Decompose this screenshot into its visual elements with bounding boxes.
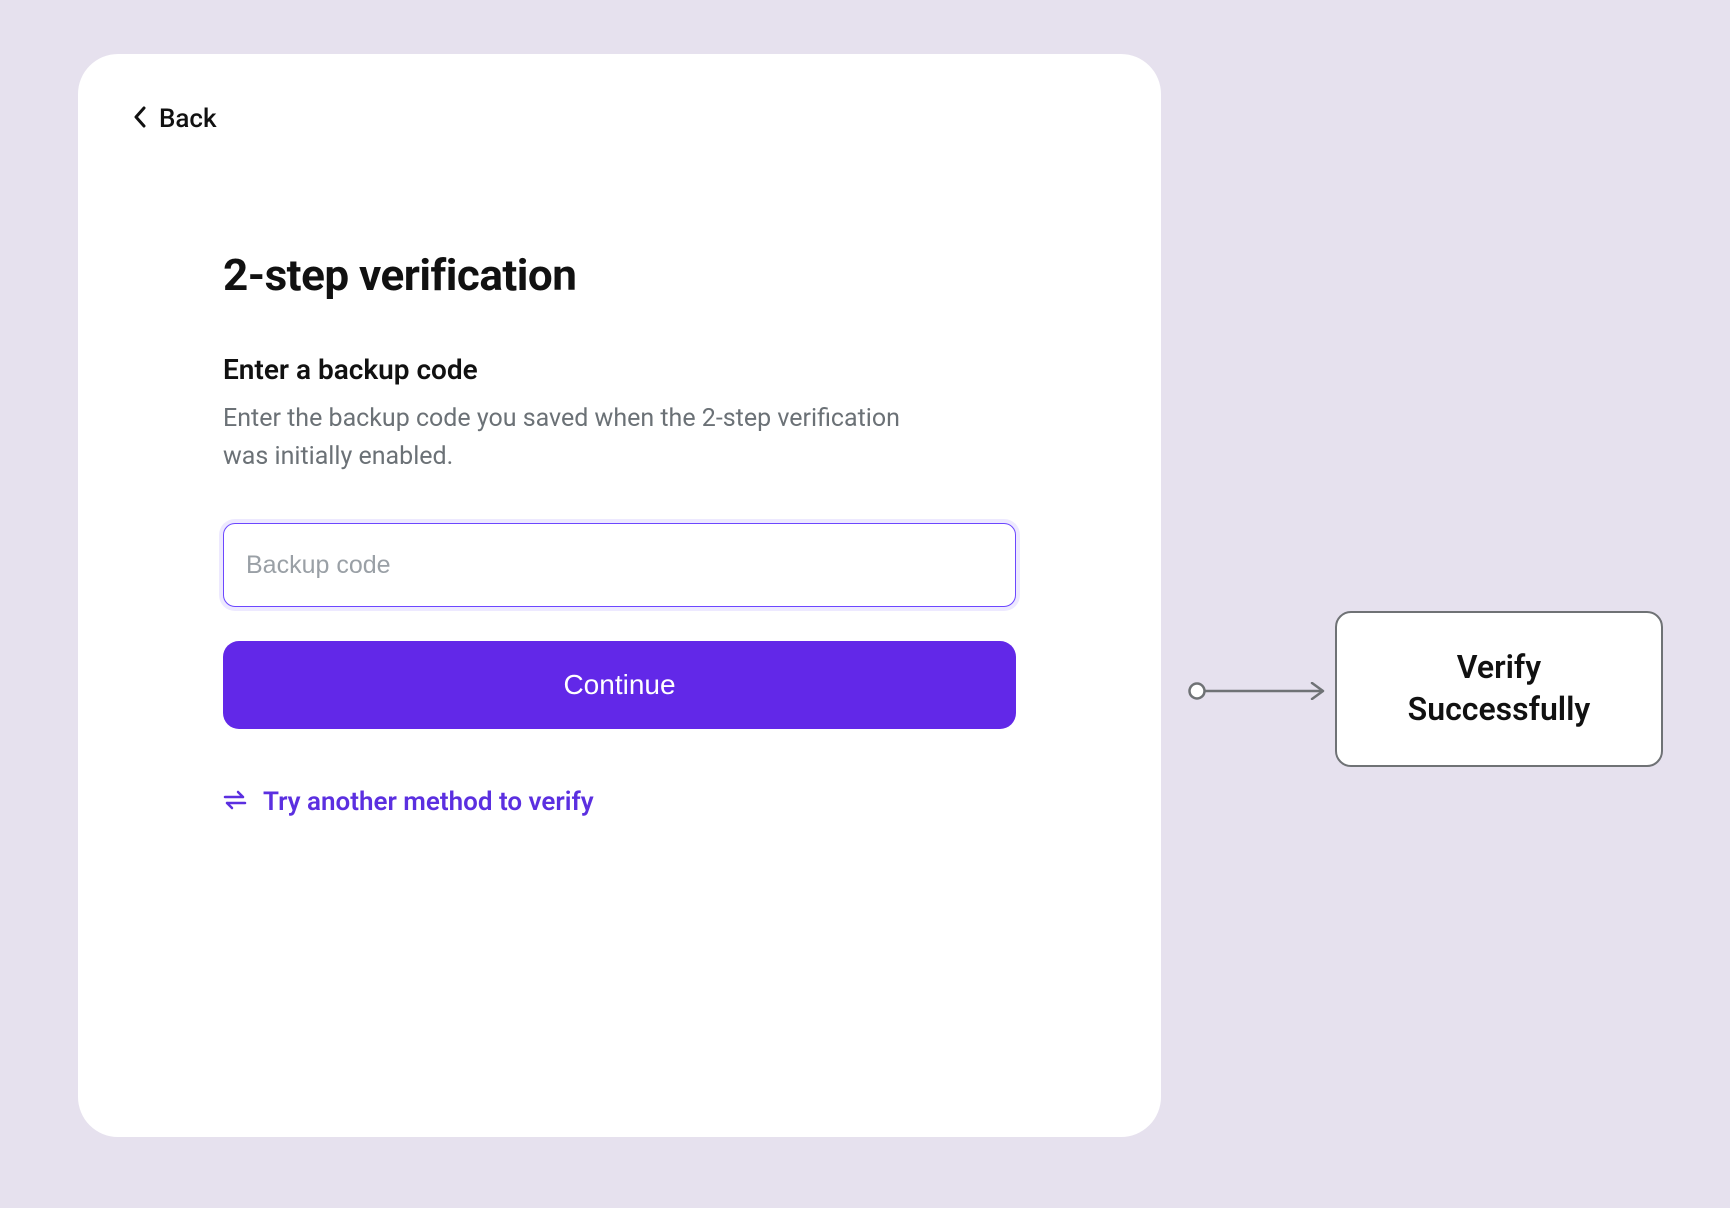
verify-success-box: Verify Successfully — [1335, 611, 1663, 767]
try-another-method-link[interactable]: Try another method to verify — [223, 787, 594, 817]
switch-icon — [223, 790, 247, 814]
verification-card: Back 2-step verification Enter a backup … — [78, 54, 1161, 1137]
input-wrapper — [223, 523, 1016, 607]
verify-success-text: Verify Successfully — [1408, 647, 1591, 730]
content-area: 2-step verification Enter a backup code … — [133, 134, 1106, 817]
flow-arrow — [1188, 682, 1335, 704]
try-another-method-label: Try another method to verify — [263, 787, 594, 817]
back-button[interactable]: Back — [133, 104, 217, 134]
chevron-left-icon — [133, 106, 147, 132]
page-title: 2-step verification — [223, 249, 1016, 301]
back-label: Back — [159, 104, 217, 134]
page-subtitle: Enter a backup code — [223, 353, 1016, 386]
continue-button[interactable]: Continue — [223, 641, 1016, 729]
backup-code-input[interactable] — [223, 523, 1016, 607]
page-description: Enter the backup code you saved when the… — [223, 400, 923, 475]
